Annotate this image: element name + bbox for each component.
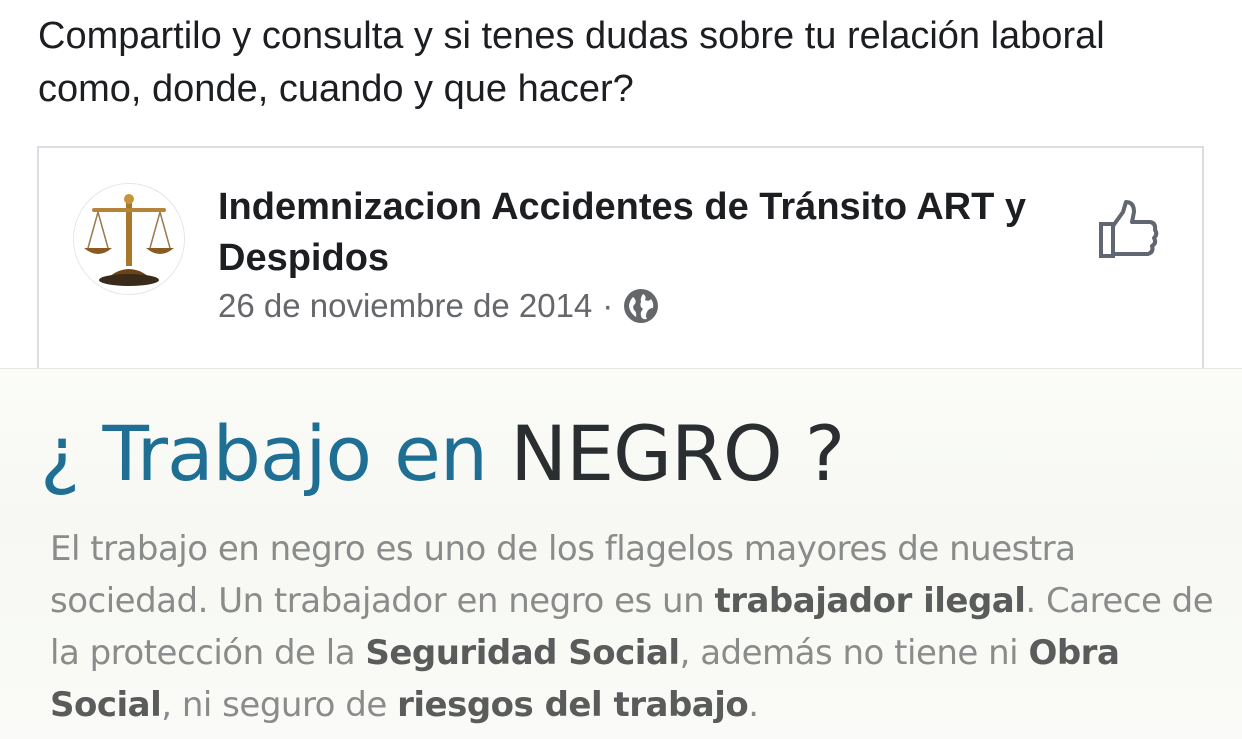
body-bold: riesgos del trabajo	[397, 685, 749, 725]
body-bold: trabajador ilegal	[714, 581, 1026, 621]
shared-post-card[interactable]: Indemnizacion Accidentes de Tránsito ART…	[37, 146, 1204, 386]
like-button[interactable]	[1096, 198, 1162, 264]
headline-dark-part: NEGRO ?	[510, 409, 845, 498]
scales-of-justice-icon	[74, 184, 184, 294]
headline-blue-part: Trabajo en	[102, 409, 489, 498]
page-name[interactable]: Indemnizacion Accidentes de Tránsito ART…	[218, 182, 1038, 284]
image-body-text: El trabajo en negro es uno de los flagel…	[50, 523, 1220, 731]
globe-icon	[624, 289, 659, 323]
image-headline: ¿ Trabajo en NEGRO ?	[40, 409, 845, 499]
body-span: .	[748, 685, 759, 725]
page-avatar[interactable]	[73, 183, 185, 295]
meta-separator: ·	[602, 287, 614, 324]
shared-image[interactable]: ¿ Trabajo en NEGRO ? El trabajo en negro…	[0, 368, 1242, 739]
post-meta: 26 de noviembre de 2014 ·	[218, 286, 659, 326]
body-bold: Seguridad Social	[365, 633, 680, 673]
headline-question-mark: ¿	[40, 409, 80, 498]
thumbs-up-icon	[1099, 200, 1159, 258]
body-span: , ni seguro de	[161, 685, 398, 725]
post-date[interactable]: 26 de noviembre de 2014	[218, 286, 592, 326]
post-text: Compartilo y consulta y si tenes dudas s…	[38, 15, 1105, 110]
body-span: , además no tiene ni	[679, 633, 1029, 673]
